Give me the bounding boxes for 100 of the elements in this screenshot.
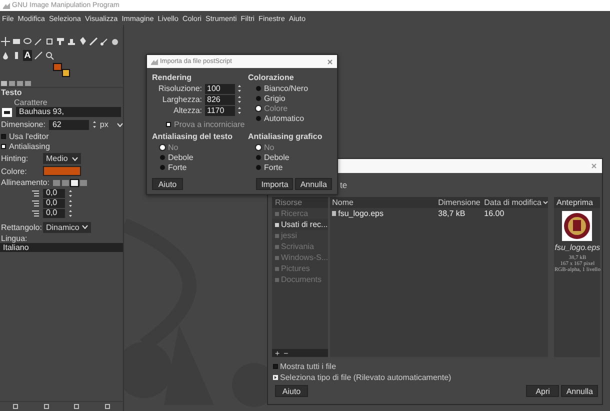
field-label: Dimensione: [1,120,46,129]
close-icon[interactable] [327,58,333,64]
spinner-icon [238,106,241,115]
radio-button[interactable] [256,164,261,170]
number-field[interactable]: 100 [205,84,235,94]
spacing-field[interactable]: 0,0 [43,198,65,208]
cancel-button[interactable]: Annulla [295,178,332,190]
column-header[interactable]: Nome [330,197,436,208]
file-type-expander[interactable]: Seleziona tipo di file (Rilevato automaticamente) [268,372,602,383]
close-icon[interactable] [591,163,597,169]
section-heading: Colorazione [248,72,295,83]
field-label: Colore: [1,166,28,176]
section-heading: Rendering [152,72,193,83]
rectangle-select-icon[interactable] [12,36,21,46]
help-button[interactable]: Aiuto [275,385,308,397]
radio-label: Debole [264,152,290,162]
number-field[interactable]: 826 [205,94,235,104]
brush-icon[interactable] [89,36,98,46]
spacing-icon [32,210,39,216]
preview-filename: fsu_logo.eps [554,243,600,252]
checkbox[interactable] [1,134,6,138]
unit-dropdown[interactable]: px [100,120,113,129]
radio-button[interactable] [256,106,261,110]
radio-button[interactable] [160,164,165,170]
remove-place-button[interactable]: − [284,348,288,358]
spinner-icon [92,120,96,129]
add-place-button[interactable]: + [275,348,280,358]
field-label: Rettangolo: [1,222,39,232]
seal-logo-drawing [562,211,592,241]
import-button[interactable]: Importa [256,178,294,190]
column-header: Risorse [272,197,328,208]
field-label: Allineamento: [1,178,50,187]
zoom-icon[interactable] [45,50,54,60]
dialog-heading: te [340,180,348,190]
checkbox[interactable] [1,144,6,148]
language-field[interactable]: Italiano [0,243,123,252]
spacing-field[interactable]: 0,0 [43,208,65,218]
caret-icon [82,225,88,229]
radio-label: No [264,142,274,152]
caret-icon [543,201,548,204]
field-label: Larghezza: [161,95,202,104]
number-field[interactable]: 1170 [205,106,235,116]
field-label: Hinting: [1,154,30,163]
checkbox-label: Prova a incorniciare [174,120,245,128]
checkbox[interactable] [273,364,278,369]
caret-icon [117,122,123,126]
drop-icon[interactable] [1,50,10,60]
crop-icon[interactable] [45,36,54,46]
background-color-swatch[interactable] [62,69,70,77]
column-header[interactable]: Data di modifica [482,197,548,208]
size-field[interactable]: 62 [49,120,89,130]
help-button[interactable]: Aiuto [152,178,183,190]
app-icon [151,58,158,64]
field-label: Carattere [14,98,48,106]
radio-button[interactable] [160,144,165,150]
color-swatch[interactable] [43,166,81,176]
foreground-color-swatch[interactable] [53,63,62,71]
open-button[interactable]: Apri [526,385,560,397]
spinner-icon [238,95,241,104]
font-field[interactable]: Bauhaus 93, [16,107,121,117]
radio-label: Forte [168,162,187,172]
section-heading: Antialiasing grafico [248,131,324,142]
radio-label: Automatico [264,114,304,122]
radio-label: Grigio [264,94,286,102]
radio-label: Debole [168,152,194,162]
radio-button[interactable] [256,96,261,100]
spacing-field[interactable]: 0,0 [43,188,65,198]
tool-options-title: Testo [0,88,23,98]
column-header: Anteprima [554,197,600,208]
file-row[interactable]: fsu_logo.eps 38,7 kB 16.00 [330,208,548,219]
text-tool-button[interactable]: A [23,50,32,61]
hinting-dropdown[interactable]: Medio [43,153,81,164]
expander-icon [273,375,278,380]
checkbox-label: Antialiasing [9,142,50,150]
radio-label: No [168,142,178,152]
move-icon[interactable] [1,36,10,46]
pencil-icon[interactable] [34,50,43,60]
radio-button[interactable] [256,144,261,150]
checkbox-label: Mostra tutti i file [280,362,336,371]
field-label: Lingua: [1,234,28,243]
table-cell: fsu_logo.eps [338,208,384,219]
radio-label: Forte [264,162,283,172]
table-cell-text: 38,7 kB [437,208,466,219]
checkbox-label: Usa l'editor [9,132,49,140]
field-label: Altezza: [172,106,202,115]
field-label: Risoluzione: [157,84,202,93]
radio-button[interactable] [256,116,261,120]
place-item[interactable]: Usati di rec... [272,219,328,230]
radio-button[interactable] [256,154,261,160]
app-icon [3,2,10,8]
justify-button[interactable] [71,180,78,186]
radio-button[interactable] [160,154,165,160]
box-dropdown[interactable]: Dinamico [43,222,91,232]
checkbox[interactable] [166,122,171,126]
column-header[interactable]: Dimensione [436,197,482,208]
radio-button[interactable] [256,86,261,90]
cancel-button[interactable]: Annulla [561,385,598,397]
spacing-icon [32,200,39,206]
table-cell-text: 16.00 [483,208,506,219]
caret-icon [72,156,78,160]
